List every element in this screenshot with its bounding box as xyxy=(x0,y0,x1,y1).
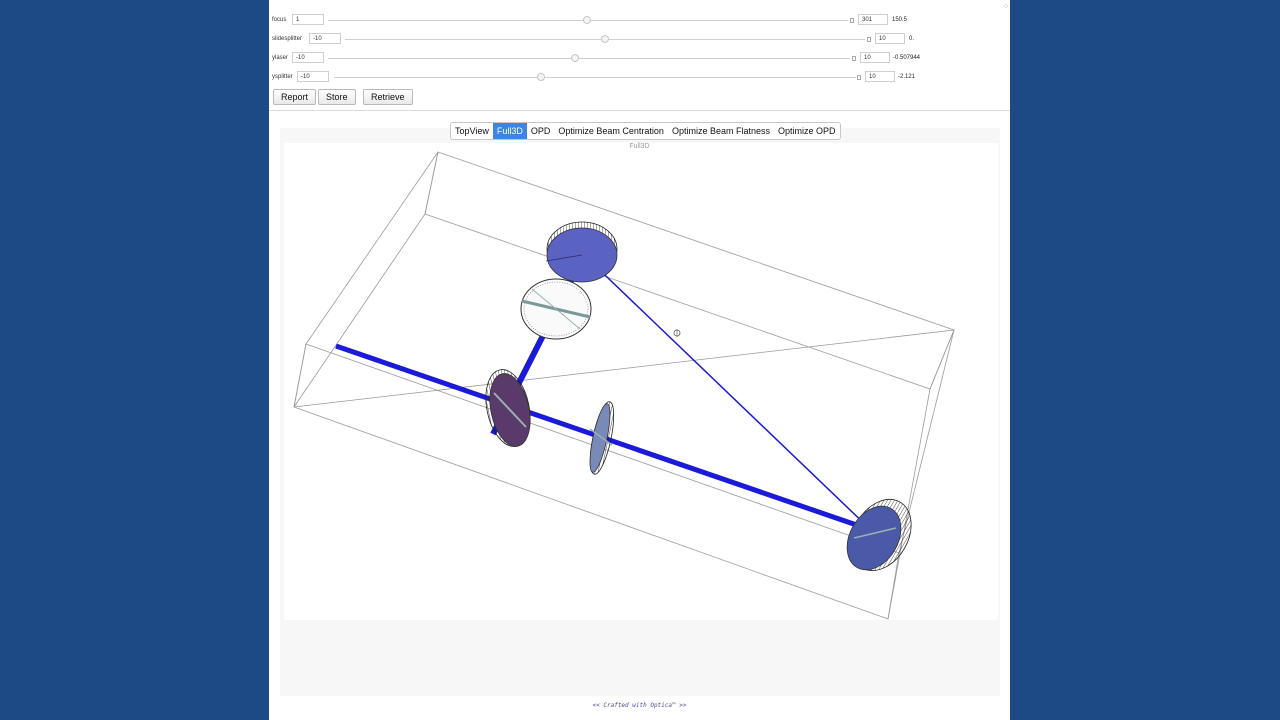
folding-mirror[interactable] xyxy=(479,365,536,450)
slider-value: 0. xyxy=(909,36,915,42)
tab-optimize-opd[interactable]: Optimize OPD xyxy=(774,123,840,139)
slider-end-icon xyxy=(857,75,861,80)
slider-max-field[interactable]: 10 xyxy=(875,33,905,44)
slider-value: -2.121 xyxy=(898,74,916,80)
slider-thumb[interactable] xyxy=(583,16,591,24)
tab-topview[interactable]: TopView xyxy=(451,123,493,139)
view-tabs: TopView Full3D OPD Optimize Beam Centrat… xyxy=(450,122,841,140)
store-button[interactable]: Store xyxy=(318,89,356,105)
slider-end-icon xyxy=(852,56,856,61)
slider-thumb[interactable] xyxy=(601,35,609,43)
slider-row-slidesplitter: slidesplitter -10 10 0. xyxy=(272,33,1007,47)
beam-splitter[interactable] xyxy=(520,278,592,340)
slider-label: ysplitter xyxy=(272,74,293,80)
view-title: Full3D xyxy=(629,143,650,150)
slider-min-field[interactable]: 1 xyxy=(292,14,324,25)
report-button[interactable]: Report xyxy=(273,89,317,105)
slider-max-field[interactable]: 10 xyxy=(860,52,890,63)
slider-min-field[interactable]: -10 xyxy=(292,52,324,63)
tab-optimize-beam-flatness[interactable]: Optimize Beam Flatness xyxy=(668,123,774,139)
slider-max-field[interactable]: 10 xyxy=(865,71,895,82)
slider-max-field[interactable]: 301 xyxy=(858,14,888,25)
slider-label: slidesplitter xyxy=(272,36,303,42)
tab-optimize-beam-centration[interactable]: Optimize Beam Centration xyxy=(554,123,668,139)
footer-credit: << Crafted with Optica™ >> xyxy=(592,702,687,709)
slider-label: ylaser xyxy=(272,55,289,61)
rotate-cursor-icon xyxy=(673,329,681,337)
3d-viewport[interactable] xyxy=(284,143,998,620)
tab-full3d[interactable]: Full3D xyxy=(492,123,527,139)
window-corner-icon: ○ xyxy=(1003,3,1008,10)
3d-scene[interactable] xyxy=(284,143,998,620)
slider-track[interactable] xyxy=(334,77,856,78)
slider-min-field[interactable]: -10 xyxy=(297,71,329,82)
slider-value: 150.5 xyxy=(892,17,908,23)
slider-end-icon xyxy=(850,18,854,23)
slider-row-ysplitter: ysplitter -10 10 -2.121 xyxy=(272,71,1007,85)
app-window: ○ focus 1 301 150.5 slidesplitter -10 10… xyxy=(269,0,1010,720)
divider xyxy=(269,110,1010,111)
lens[interactable] xyxy=(586,400,619,476)
return-beam xyxy=(583,254,873,532)
retrieve-button[interactable]: Retrieve xyxy=(363,89,413,105)
slider-track[interactable] xyxy=(328,58,850,59)
slider-label: focus xyxy=(272,17,287,23)
slider-row-focus: focus 1 301 150.5 xyxy=(272,14,1007,28)
end-mirror[interactable] xyxy=(836,489,923,582)
slider-min-field[interactable]: -10 xyxy=(309,33,341,44)
slider-row-ylaser: ylaser -10 10 -0.507944 xyxy=(272,52,1007,66)
slider-end-icon xyxy=(867,37,871,42)
tab-opd[interactable]: OPD xyxy=(527,123,555,139)
slider-value: -0.507944 xyxy=(893,55,921,61)
slider-thumb[interactable] xyxy=(571,54,579,62)
slider-thumb[interactable] xyxy=(537,73,545,81)
top-mirror[interactable] xyxy=(545,221,618,283)
